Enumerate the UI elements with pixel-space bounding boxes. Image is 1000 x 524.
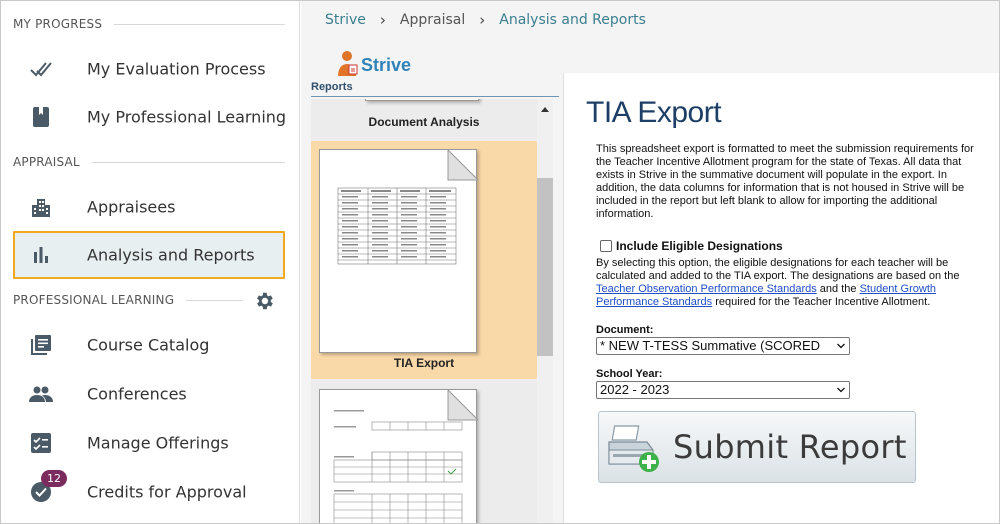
- report-item-third[interactable]: [311, 381, 537, 523]
- reports-label: Reports: [311, 81, 353, 93]
- building-icon: [29, 195, 53, 219]
- chevron-down-icon: [837, 343, 845, 349]
- strive-logo-text: Strive: [361, 54, 412, 75]
- designations-description: By selecting this option, the eligible d…: [596, 257, 960, 308]
- teacher-observation-standards-link[interactable]: Teacher Observation Performance Standard…: [596, 283, 817, 295]
- reports-divider: [311, 96, 559, 97]
- sidebar-item-my-evaluation-process[interactable]: My Evaluation Process: [13, 45, 285, 93]
- sidebar-item-appraisees[interactable]: Appraisees: [13, 183, 285, 231]
- school-year-select[interactable]: 2022 - 2023: [596, 381, 850, 399]
- sidebar-item-label: Manage Offerings: [87, 433, 229, 453]
- breadcrumb-analysis-and-reports[interactable]: Analysis and Reports: [499, 12, 646, 28]
- breadcrumb-strive[interactable]: Strive: [325, 12, 366, 28]
- library-icon: [29, 333, 53, 357]
- document-label: Document:: [596, 324, 654, 336]
- sidebar-item-label: My Evaluation Process: [87, 59, 266, 79]
- include-eligible-designations-checkbox[interactable]: [600, 240, 612, 252]
- checkbox-label: Include Eligible Designations: [616, 239, 783, 253]
- chevron-right-icon: ›: [379, 11, 386, 29]
- submit-report-label: Submit Report: [673, 428, 907, 466]
- double-check-icon: [29, 57, 53, 81]
- report-detail-panel: TIA Export This spreadsheet export is fo…: [563, 73, 999, 523]
- report-title: TIA Export: [393, 356, 455, 370]
- sidebar-item-label: Credits for Approval: [87, 482, 247, 502]
- section-divider: [91, 161, 285, 163]
- person-logo-icon: [337, 50, 359, 80]
- strive-logo: Strive: [337, 50, 411, 80]
- scroll-up-arrow-icon[interactable]: [541, 107, 549, 112]
- panel-title: TIA Export: [586, 96, 722, 129]
- sidebar-item-manage-offerings[interactable]: Manage Offerings: [13, 419, 285, 467]
- report-list-scrollbar[interactable]: [537, 99, 553, 523]
- notification-badge: 12: [41, 470, 67, 487]
- sidebar-item-my-professional-learning[interactable]: My Professional Learning: [13, 93, 287, 141]
- report-description: This spreadsheet export is formatted to …: [596, 143, 974, 220]
- people-icon: [29, 382, 53, 406]
- chevron-right-icon: ›: [479, 11, 486, 29]
- section-header-my-progress: MY PROGRESS: [13, 14, 285, 34]
- section-header-appraisal: APPRAISAL: [13, 152, 285, 172]
- report-title: Document Analysis: [368, 115, 480, 129]
- bar-chart-icon: [29, 243, 53, 267]
- report-list: Document Analysis TIA Export: [311, 99, 537, 523]
- sidebar-item-conferences[interactable]: Conferences: [13, 370, 285, 418]
- report-item-tia-export[interactable]: TIA Export: [311, 141, 537, 379]
- sidebar-item-label: Analysis and Reports: [87, 245, 255, 265]
- checklist-icon: [29, 431, 53, 455]
- report-thumbnail: [319, 388, 480, 523]
- scrollbar-thumb[interactable]: [537, 178, 553, 356]
- gear-icon[interactable]: [253, 290, 275, 312]
- section-header-professional-learning: PROFESSIONAL LEARNING: [13, 290, 243, 310]
- section-divider: [114, 23, 285, 25]
- breadcrumb: Strive › Appraisal › Analysis and Report…: [325, 11, 646, 29]
- section-divider: [186, 299, 243, 301]
- sidebar-item-label: Conferences: [87, 384, 187, 404]
- sidebar-item-label: Course Catalog: [87, 335, 210, 355]
- chevron-down-icon: [837, 387, 845, 393]
- school-year-label: School Year:: [596, 368, 663, 380]
- sidebar-item-analysis-and-reports[interactable]: Analysis and Reports: [13, 231, 285, 279]
- printer-add-icon: [605, 424, 665, 478]
- sidebar-item-course-catalog[interactable]: Course Catalog: [13, 321, 285, 369]
- sidebar-item-label: My Professional Learning: [87, 107, 287, 127]
- main-content: Strive › Appraisal › Analysis and Report…: [301, 1, 999, 523]
- sidebar-item-label: Appraisees: [87, 197, 176, 217]
- sidebar-item-credits-for-approval[interactable]: 12 Credits for Approval: [13, 468, 285, 516]
- report-thumbnail: [319, 148, 480, 353]
- report-thumbnail: [365, 99, 479, 101]
- book-icon: [29, 105, 53, 129]
- breadcrumb-appraisal[interactable]: Appraisal: [400, 12, 465, 28]
- submit-report-button[interactable]: Submit Report: [598, 411, 916, 483]
- sidebar: MY PROGRESS My Evaluation Process My Pro…: [1, 1, 300, 523]
- report-item-document-analysis[interactable]: Document Analysis: [311, 99, 537, 139]
- include-eligible-designations-row[interactable]: Include Eligible Designations: [600, 239, 783, 253]
- document-select[interactable]: * NEW T-TESS Summative (SCORED: [596, 337, 850, 355]
